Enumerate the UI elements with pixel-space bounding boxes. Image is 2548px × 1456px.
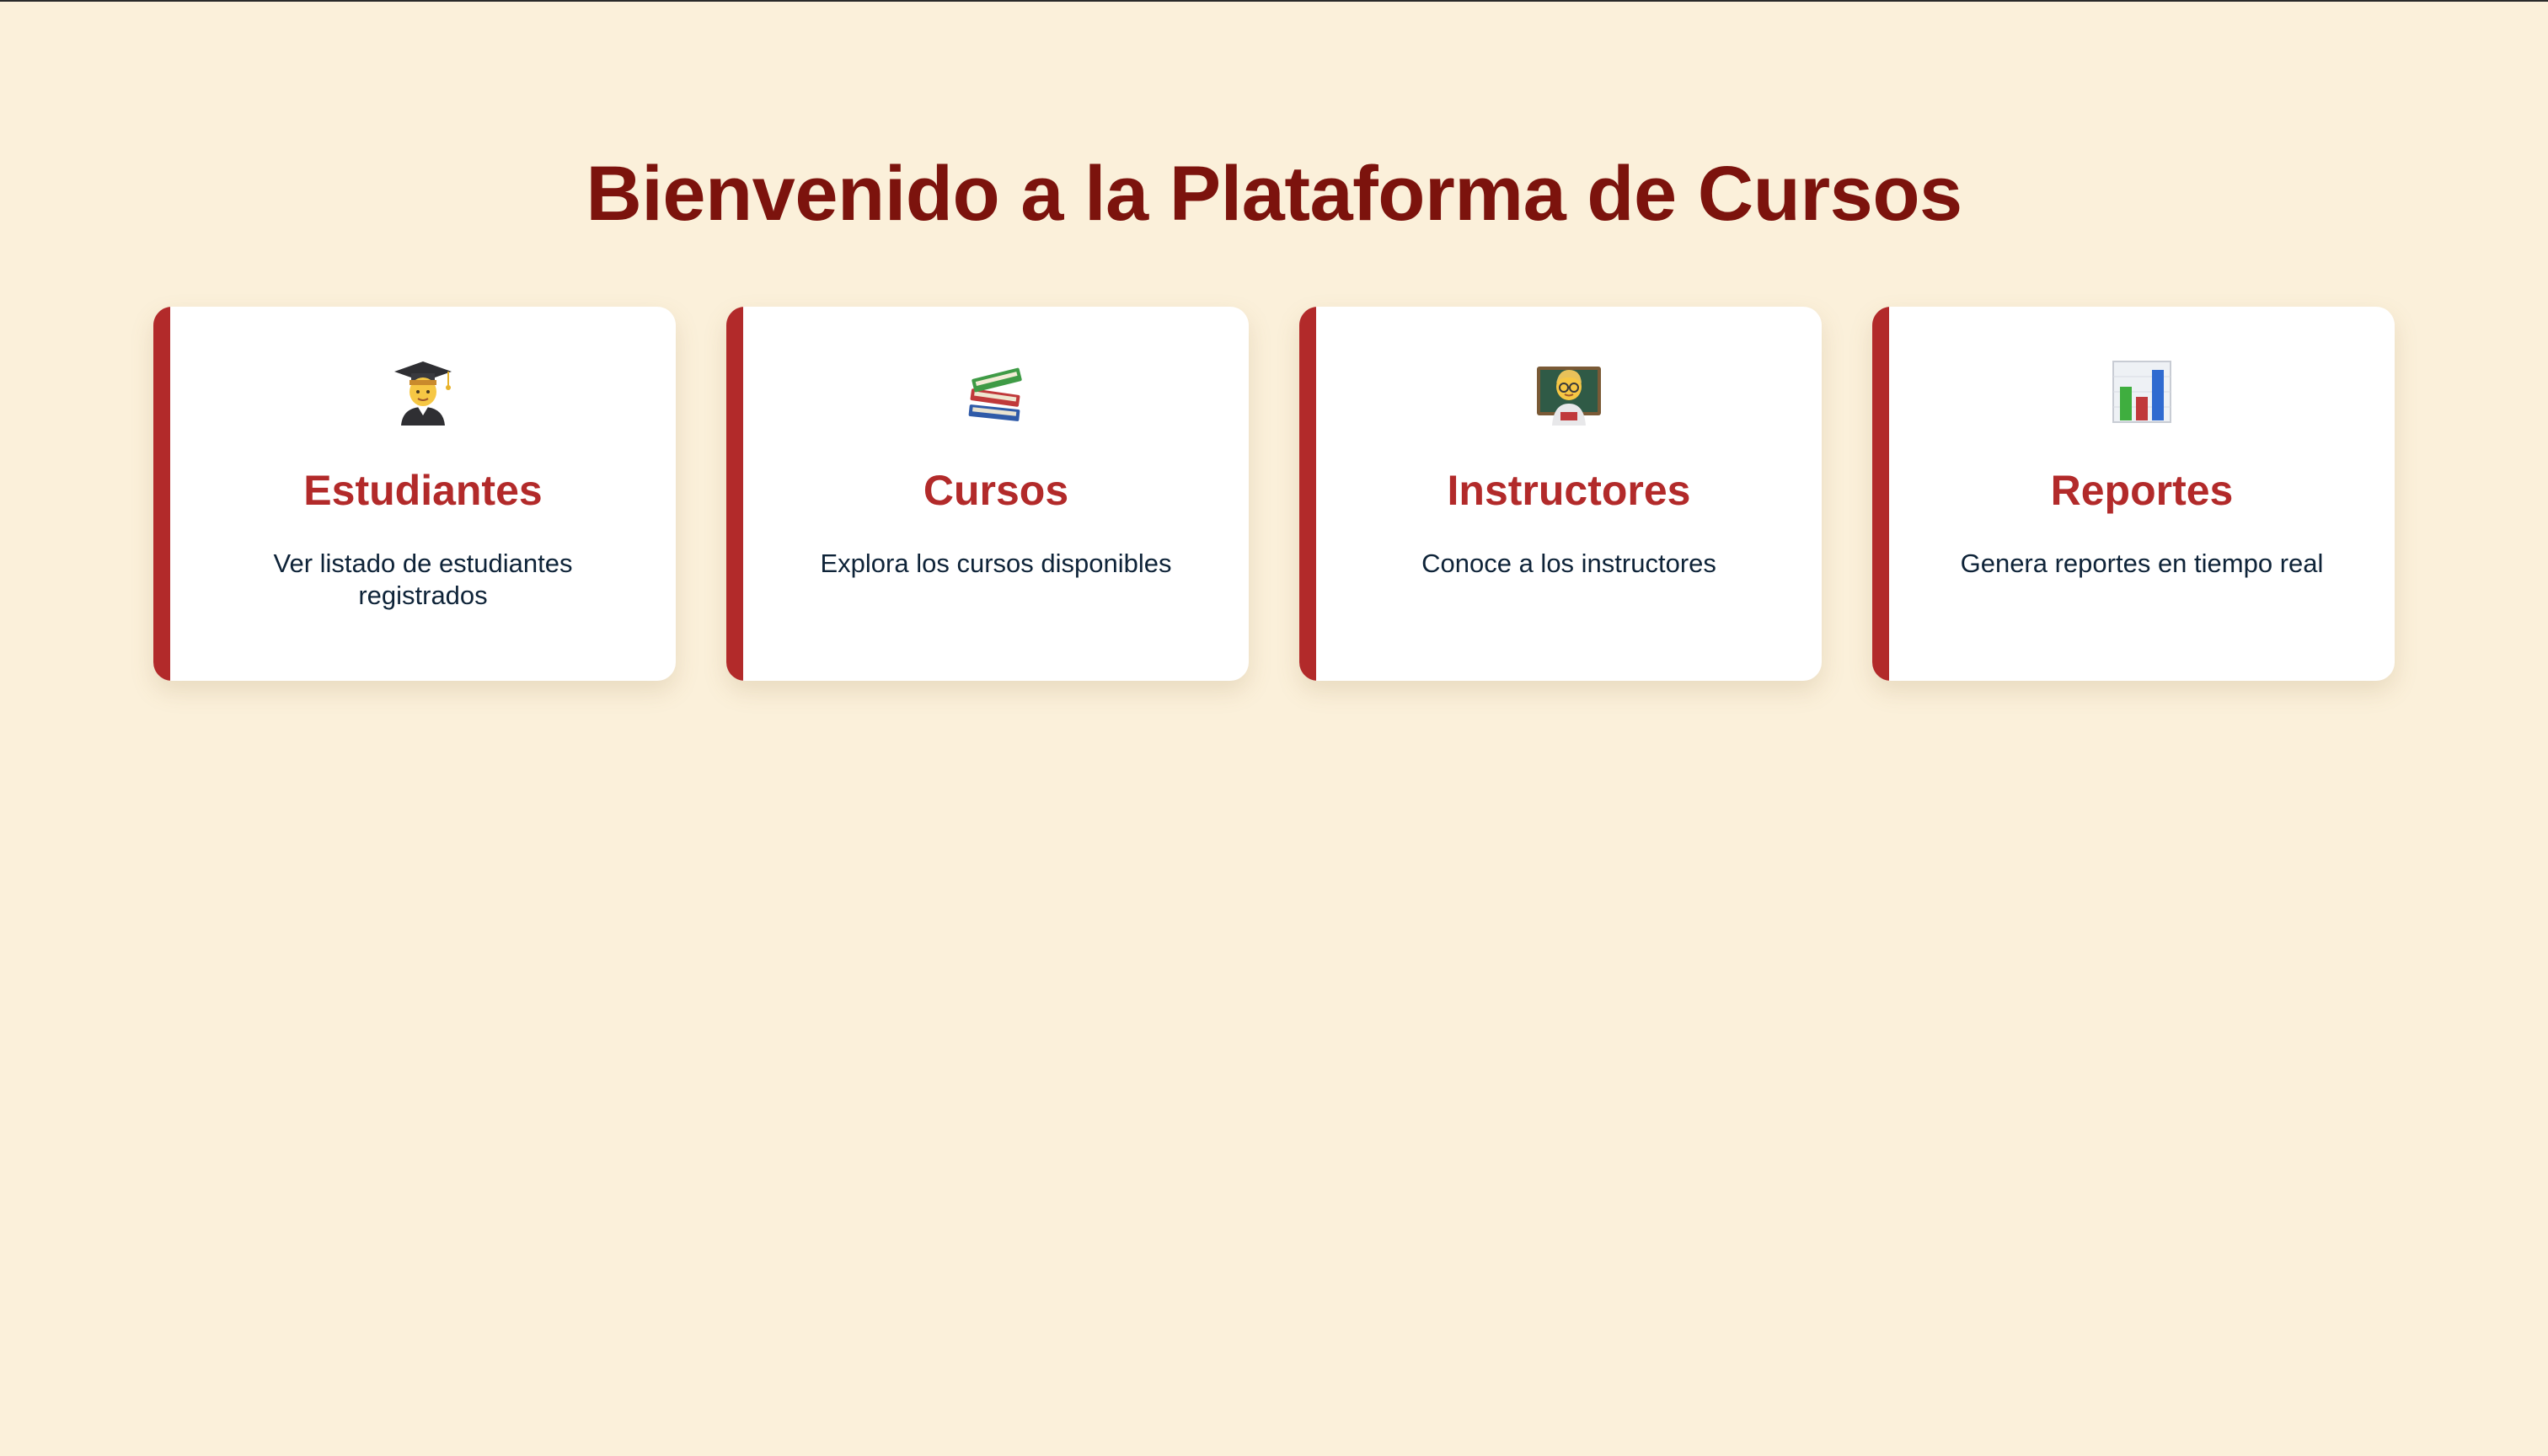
card-description: Conoce a los instructores [1421, 549, 1716, 578]
card-description: Genera reportes en tiempo real [1960, 549, 2324, 578]
card-title: Cursos [923, 467, 1069, 514]
card-description: Ver listado de estudiantes registrados [273, 549, 573, 610]
card-description: Explora los cursos disponibles [820, 549, 1172, 578]
books-icon [743, 354, 1249, 430]
page-title: Bienvenido a la Plataforma de Cursos [586, 151, 1962, 237]
card-title: Reportes [2050, 467, 2234, 514]
card-title: Estudiantes [303, 467, 543, 514]
student-icon [170, 354, 676, 430]
card-grid: Estudiantes Ver listado de estudiantes r… [153, 307, 2395, 681]
card-instructores[interactable]: Instructores Conoce a los instructores [1299, 307, 1822, 681]
card-reportes[interactable]: Reportes Genera reportes en tiempo real [1872, 307, 2395, 681]
card-estudiantes[interactable]: Estudiantes Ver listado de estudiantes r… [153, 307, 676, 681]
card-title: Instructores [1447, 467, 1691, 514]
card-cursos[interactable]: Cursos Explora los cursos disponibles [726, 307, 1249, 681]
teacher-icon [1316, 354, 1822, 430]
bar-chart-icon [1889, 354, 2395, 430]
